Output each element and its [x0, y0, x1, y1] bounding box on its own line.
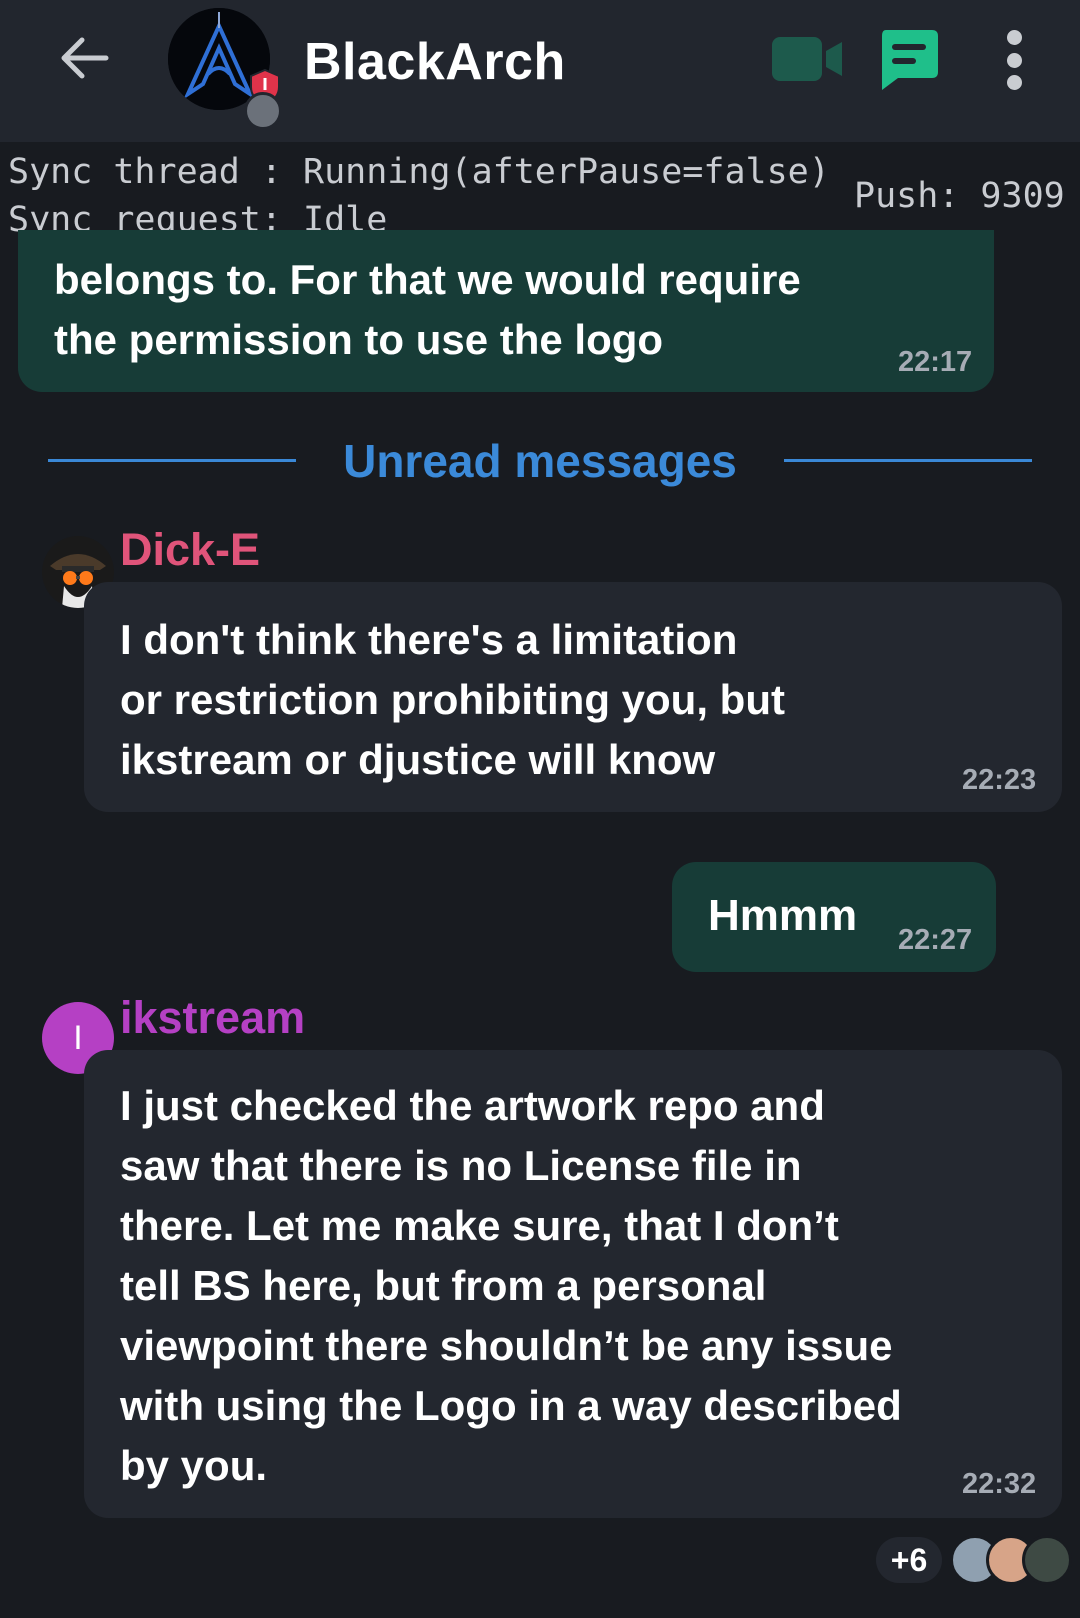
message-timestamp: 22:27	[898, 924, 973, 956]
avatar-initial: I	[73, 1018, 83, 1057]
sender-name-ikstream[interactable]: ikstream	[120, 992, 305, 1044]
video-call-button[interactable]	[770, 34, 846, 84]
message-timestamp: 22:17	[898, 346, 973, 378]
read-receipts[interactable]: +6	[876, 1534, 1072, 1586]
read-receipt-avatar	[1022, 1535, 1072, 1585]
sender-name-dick-e[interactable]: Dick-E	[120, 524, 260, 576]
message-bubble-incoming[interactable]: I just checked the artwork repo and saw …	[84, 1050, 1062, 1518]
sync-thread-status: Sync thread : Running(afterPause=false)	[8, 152, 830, 192]
threads-chat-icon	[882, 30, 938, 90]
video-camera-icon	[772, 37, 842, 81]
message-bubble-incoming[interactable]: I don't think there's a limitation or re…	[84, 582, 1062, 812]
read-receipt-count: +6	[876, 1537, 942, 1583]
more-vert-icon-dot	[1006, 75, 1022, 90]
room-title[interactable]: BlackArch	[304, 32, 566, 92]
threads-button[interactable]	[876, 26, 942, 94]
arrow-left-icon	[61, 37, 109, 79]
push-counter: Push: 9309	[854, 176, 1065, 216]
message-text: I just checked the artwork repo and saw …	[120, 1082, 902, 1489]
more-vert-icon-dot	[1006, 52, 1022, 68]
message-text: belongs to. For that we would require th…	[54, 256, 801, 363]
message-timestamp: 22:32	[962, 1468, 1037, 1500]
message-text: I don't think there's a limitation or re…	[120, 616, 785, 783]
public-room-globe-icon	[244, 92, 282, 130]
more-vert-icon-dot	[1006, 30, 1022, 45]
message-timestamp: 22:23	[962, 764, 1037, 796]
unread-divider-line-right	[784, 459, 1032, 462]
room-header: BlackArch	[0, 0, 1080, 142]
message-text: Hmmm	[708, 891, 858, 940]
back-button[interactable]	[54, 28, 114, 88]
message-bubble-outgoing[interactable]: Hmmm 22:27	[672, 862, 996, 972]
message-bubble-outgoing[interactable]: belongs to. For that we would require th…	[18, 230, 994, 392]
more-options-button[interactable]	[998, 30, 1030, 90]
